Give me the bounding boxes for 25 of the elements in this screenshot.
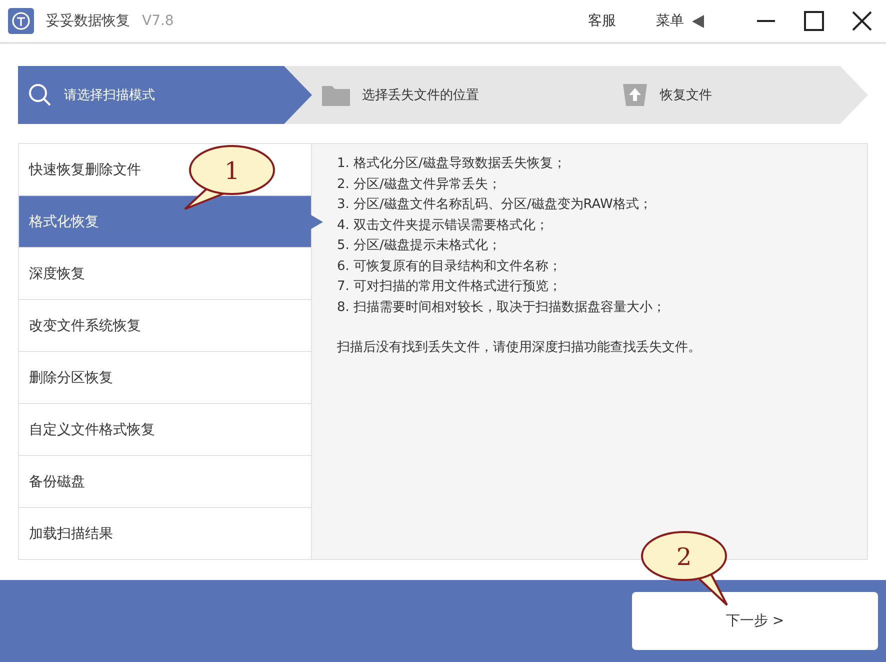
folder-icon: [322, 84, 350, 106]
feature-line: 7. 可对扫描的常用文件格式进行预览；: [337, 278, 563, 296]
close-icon[interactable]: [852, 11, 872, 31]
menu-link[interactable]: 菜单: [656, 12, 684, 30]
window-title: 妥妥数据恢复: [46, 12, 130, 30]
upload-icon: [622, 83, 648, 107]
feature-line: 3. 分区/磁盘文件名称乱码、分区/磁盘变为RAW格式；: [337, 196, 653, 214]
app-logo-icon: [8, 8, 34, 34]
feature-line: 2. 分区/磁盘文件异常丢失；: [337, 176, 502, 194]
next-button[interactable]: 下一步 >: [632, 592, 878, 650]
search-icon: [28, 83, 52, 107]
feature-line: 8. 扫描需要时间相对较长，取决于扫描数据盘容量大小；: [337, 298, 667, 316]
feature-line: 6. 可恢复原有的目录结构和文件名称；: [337, 258, 563, 276]
support-link[interactable]: 客服: [588, 12, 616, 30]
step-label: 请选择扫描模式: [64, 87, 155, 104]
step-label: 恢复文件: [660, 87, 712, 104]
version-label: V7.8: [142, 13, 174, 29]
feature-line: 5. 分区/磁盘提示未格式化；: [337, 237, 502, 255]
hint-text: 扫描后没有找到丢失文件，请使用深度扫描功能查找丢失文件。: [337, 339, 702, 357]
caret-icon[interactable]: [692, 14, 704, 28]
step-label: 选择丢失文件的位置: [362, 87, 479, 104]
pointer-icon: [311, 214, 323, 228]
feature-line: 1. 格式化分区/磁盘导致数据丢失恢复；: [337, 155, 567, 173]
feature-line: 4. 双击文件夹提示错误需要格式化；: [337, 216, 550, 234]
maximize-icon[interactable]: [804, 11, 824, 31]
